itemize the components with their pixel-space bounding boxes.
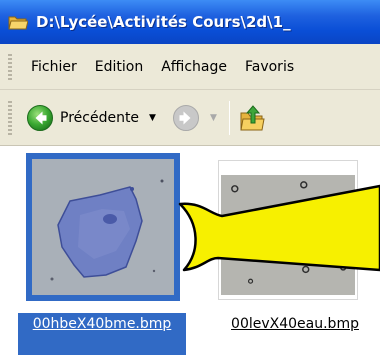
window-title: D:\Lycée\Activités Cours\2d\1_: [36, 13, 291, 31]
back-button[interactable]: Précédente ▼: [22, 98, 160, 138]
forward-button[interactable]: ▼: [172, 104, 217, 132]
menu-bar: Fichier Edition Affichage Favoris: [0, 44, 380, 90]
toolbar-grip[interactable]: [8, 100, 12, 135]
forward-arrow-icon: [172, 104, 199, 131]
thumbnail-image-cheek-cell: [32, 159, 174, 295]
toolbar-separator: [228, 100, 230, 135]
forward-dropdown-arrow[interactable]: ▼: [210, 113, 217, 123]
back-dropdown-arrow[interactable]: ▼: [149, 113, 156, 123]
file-name-selected[interactable]: 00hbeX40bme.bmp: [18, 313, 186, 355]
menu-favoris[interactable]: Favoris: [236, 59, 303, 75]
menu-fichier[interactable]: Fichier: [22, 59, 86, 75]
menu-affichage[interactable]: Affichage: [152, 59, 236, 75]
back-arrow-icon: [27, 104, 53, 131]
thumbnail-cell-selected[interactable]: [26, 153, 180, 301]
back-button-label: Précédente: [60, 109, 140, 126]
callout-arrow: [178, 184, 380, 272]
file-name[interactable]: 00levX40eau.bmp: [210, 314, 380, 336]
folder-icon: [8, 16, 28, 30]
menu-grip[interactable]: [8, 53, 12, 80]
menu-edition[interactable]: Edition: [86, 59, 152, 75]
up-folder-icon[interactable]: [238, 103, 266, 133]
toolbar: Précédente ▼ ▼: [0, 90, 380, 146]
title-bar: D:\Lycée\Activités Cours\2d\1_: [0, 0, 380, 44]
cell-micrograph: [32, 159, 174, 295]
